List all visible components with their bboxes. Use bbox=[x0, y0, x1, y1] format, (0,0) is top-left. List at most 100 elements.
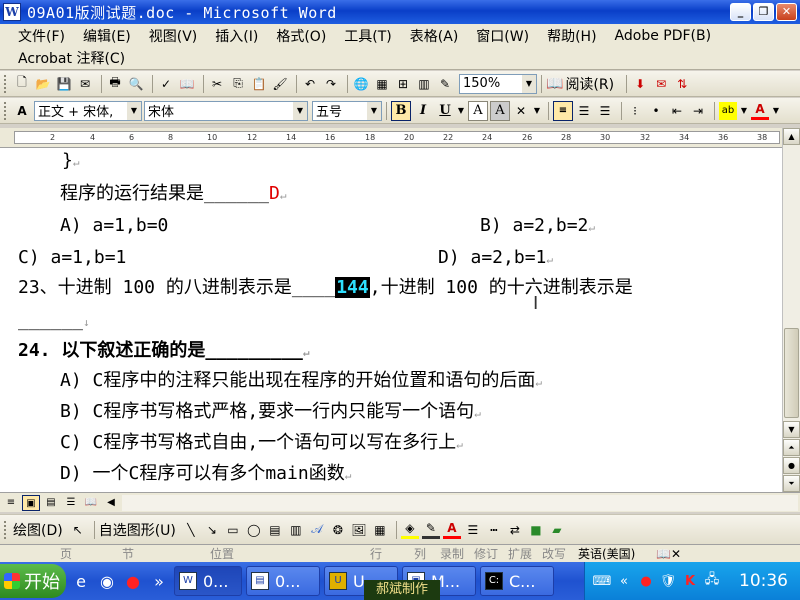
pdf-review-icon[interactable]: ⇅ bbox=[673, 75, 691, 93]
status-overtype[interactable]: 改写 bbox=[542, 545, 566, 562]
research-icon[interactable]: 📖 bbox=[178, 75, 196, 93]
menu-tools[interactable]: 工具(T) bbox=[344, 26, 391, 46]
print-preview-icon[interactable]: 🔍 bbox=[127, 75, 145, 93]
tables-borders-icon[interactable]: ▦ bbox=[373, 75, 391, 93]
line-color-icon[interactable]: ✎ bbox=[421, 521, 440, 539]
font-color-icon[interactable]: A bbox=[751, 102, 769, 120]
font-color-draw-icon[interactable]: A bbox=[442, 521, 461, 539]
toolbar-grip[interactable] bbox=[4, 101, 9, 120]
textbox-icon[interactable]: ▤ bbox=[266, 521, 284, 539]
3d-icon[interactable]: ▰ bbox=[548, 521, 566, 539]
prev-page-button[interactable]: ⏶ bbox=[783, 439, 800, 456]
reading-view-icon[interactable]: 📖 bbox=[82, 495, 100, 511]
menu-edit[interactable]: 编辑(E) bbox=[83, 26, 131, 46]
browse-object-button[interactable]: ● bbox=[783, 457, 800, 474]
security-icon[interactable]: 🛡 bbox=[659, 572, 677, 590]
read-button[interactable]: 📖 阅读(R) bbox=[546, 74, 614, 94]
task-console[interactable]: C: C... bbox=[480, 566, 554, 596]
print-layout-view-icon[interactable]: ▤ bbox=[42, 495, 60, 511]
align-center-icon[interactable]: ☰ bbox=[575, 102, 593, 120]
outline-view-icon[interactable]: ☰ bbox=[62, 495, 80, 511]
more-quicklaunch-icon[interactable]: » bbox=[148, 570, 170, 592]
zoom-combo[interactable]: 150% ▼ bbox=[459, 73, 537, 94]
select-objects-icon[interactable]: ↖ bbox=[69, 521, 87, 539]
antivirus-icon[interactable]: K bbox=[681, 572, 699, 590]
increase-indent-icon[interactable]: ⇥ bbox=[689, 102, 707, 120]
font-combo[interactable]: 宋体 ▼ bbox=[144, 100, 308, 121]
chevron-down-icon[interactable]: ▼ bbox=[293, 101, 307, 120]
hyperlink-icon[interactable]: 🌐 bbox=[352, 75, 370, 93]
start-button[interactable]: 开始 bbox=[0, 564, 66, 598]
draw-menu[interactable]: 绘图(D) bbox=[13, 520, 63, 540]
minimize-button[interactable]: _ bbox=[730, 3, 751, 21]
save-icon[interactable]: 💾 bbox=[55, 75, 73, 93]
cut-icon[interactable]: ✂ bbox=[208, 75, 226, 93]
ie-icon[interactable]: e bbox=[70, 570, 92, 592]
diagram-icon[interactable]: ❂ bbox=[329, 521, 347, 539]
oval-icon[interactable]: ◯ bbox=[245, 521, 263, 539]
character-scaling-icon[interactable]: ✕ bbox=[512, 102, 530, 120]
scroll-up-button[interactable]: ▲ bbox=[783, 128, 800, 145]
character-border-icon[interactable]: A bbox=[468, 100, 488, 121]
line-icon[interactable]: ╲ bbox=[182, 521, 200, 539]
decrease-indent-icon[interactable]: ⇤ bbox=[668, 102, 686, 120]
styles-icon[interactable]: A bbox=[13, 102, 31, 120]
print-icon[interactable]: 🖶 bbox=[106, 75, 124, 93]
tray-expand-icon[interactable]: « bbox=[615, 572, 633, 590]
character-shading-icon[interactable]: A bbox=[490, 100, 510, 121]
arrow-icon[interactable]: ↘ bbox=[203, 521, 221, 539]
italic-button[interactable]: I bbox=[413, 101, 433, 121]
menu-acrobat-comments[interactable]: Acrobat 注释(C) bbox=[18, 48, 125, 68]
outlook-icon[interactable]: ◉ bbox=[96, 570, 118, 592]
fill-color-icon[interactable]: ◈ bbox=[400, 521, 419, 539]
menu-window[interactable]: 窗口(W) bbox=[476, 26, 529, 46]
chevron-down-icon[interactable]: ▼ bbox=[127, 101, 141, 120]
menu-format[interactable]: 格式(O) bbox=[276, 26, 326, 46]
paste-icon[interactable]: 📋 bbox=[250, 75, 268, 93]
keyboard-icon[interactable]: ⌨ bbox=[593, 572, 612, 590]
font-size-combo[interactable]: 五号 ▼ bbox=[312, 100, 382, 121]
menu-help[interactable]: 帮助(H) bbox=[547, 26, 596, 46]
toolbar-grip[interactable] bbox=[4, 520, 9, 539]
align-right-icon[interactable]: ☰ bbox=[596, 102, 614, 120]
web-layout-view-icon[interactable]: ▣ bbox=[22, 494, 40, 511]
scroll-thumb[interactable] bbox=[784, 328, 799, 418]
undo-icon[interactable]: ↶ bbox=[301, 75, 319, 93]
scroll-left-button[interactable]: ◀ bbox=[102, 495, 120, 511]
dash-style-icon[interactable]: ┅ bbox=[485, 521, 503, 539]
picture-icon[interactable]: ▦ bbox=[371, 521, 389, 539]
columns-icon[interactable]: ▥ bbox=[415, 75, 433, 93]
format-painter-icon[interactable]: 🖌 bbox=[271, 75, 289, 93]
chevron-down-icon[interactable]: ▼ bbox=[367, 101, 381, 120]
wordart-icon[interactable]: 𝒜 bbox=[308, 521, 326, 539]
menu-insert[interactable]: 插入(I) bbox=[215, 26, 258, 46]
insert-table-icon[interactable]: ⊞ bbox=[394, 75, 412, 93]
vertical-textbox-icon[interactable]: ▥ bbox=[287, 521, 305, 539]
clipart-icon[interactable]: 🖼 bbox=[350, 521, 368, 539]
highlight-icon[interactable]: ab bbox=[719, 101, 737, 120]
drawing-icon[interactable]: ✎ bbox=[436, 75, 454, 93]
chevron-down-icon[interactable]: ▼ bbox=[740, 102, 748, 120]
chevron-down-icon[interactable]: ▼ bbox=[457, 102, 465, 120]
chevron-down-icon[interactable]: ▼ bbox=[522, 74, 536, 93]
chevron-down-icon[interactable]: ▼ bbox=[772, 102, 780, 120]
scroll-down-button[interactable]: ▼ bbox=[783, 421, 800, 438]
numbering-icon[interactable]: ⁝ bbox=[626, 102, 644, 120]
shadow-icon[interactable]: ■ bbox=[527, 521, 545, 539]
word-app-icon[interactable]: W bbox=[3, 3, 21, 21]
record-tray-icon[interactable]: ● bbox=[637, 572, 655, 590]
align-justify-button[interactable]: ≡ bbox=[553, 100, 573, 121]
redo-icon[interactable]: ↷ bbox=[322, 75, 340, 93]
next-page-button[interactable]: ⏷ bbox=[783, 475, 800, 492]
permission-icon[interactable]: ✉ bbox=[76, 75, 94, 93]
style-combo[interactable]: 正文 + 宋体, ▼ bbox=[34, 100, 142, 121]
network-icon[interactable]: 🖧 bbox=[703, 572, 721, 590]
menu-adobe-pdf[interactable]: Adobe PDF(B) bbox=[615, 28, 712, 44]
menu-table[interactable]: 表格(A) bbox=[410, 26, 459, 46]
bullets-icon[interactable]: • bbox=[647, 102, 665, 120]
rectangle-icon[interactable]: ▭ bbox=[224, 521, 242, 539]
horizontal-ruler[interactable]: 2 4 6 8 10 12 14 16 18 20 22 24 26 28 30 32 34 36 38 bbox=[0, 128, 800, 148]
autoshapes-menu[interactable]: 自选图形(U) bbox=[99, 520, 176, 540]
underline-button[interactable]: U bbox=[435, 101, 455, 121]
task-word-2[interactable]: ▤ 0... bbox=[246, 566, 320, 596]
